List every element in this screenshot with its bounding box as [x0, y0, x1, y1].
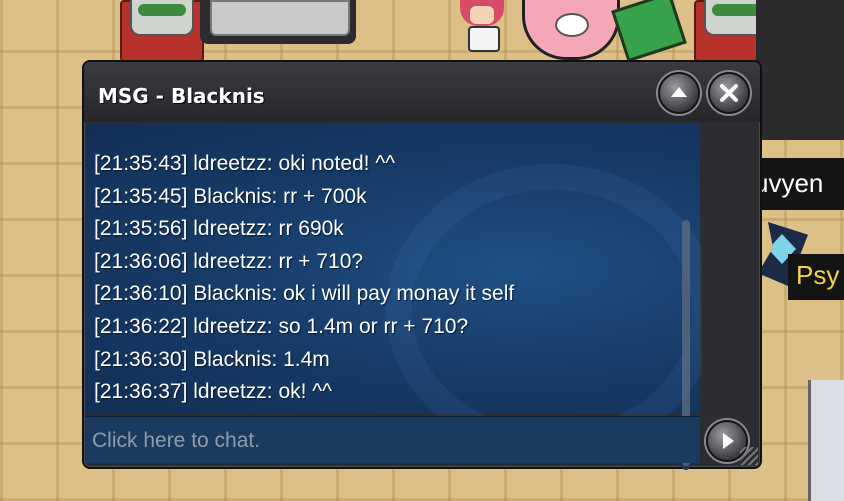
message-line: [21:35:43] ldreetzz: oki noted! ^^ [94, 152, 396, 175]
player-nametag: uvyen [748, 158, 844, 210]
message-list: [21:35:43] ldreetzz: oki noted! ^^ [21:3… [94, 148, 514, 409]
message-line: [21:35:56] ldreetzz: rr 690k [94, 217, 344, 241]
wall-object [756, 0, 844, 140]
close-icon [720, 84, 738, 102]
plant-shelf [120, 0, 204, 62]
kiosk-object [808, 380, 844, 501]
close-button[interactable] [708, 72, 750, 114]
play-icon [723, 433, 734, 449]
chevron-up-icon [671, 87, 687, 97]
window-title: MSG - Blacknis [98, 84, 265, 108]
message-line: [21:35:45] Blacknis: rr + 700k [94, 184, 367, 208]
message-line: [21:36:10] Blacknis: ok i will pay monay… [94, 282, 515, 306]
minimize-button[interactable] [658, 72, 700, 114]
npc-nurse [458, 0, 506, 52]
chat-input[interactable] [90, 423, 694, 459]
counter [200, 0, 356, 44]
pokemon-nametag: Psy [788, 254, 844, 300]
message-line: [21:36:30] Blacknis: 1.4m [94, 347, 330, 371]
resize-handle[interactable] [740, 447, 758, 465]
message-log: [21:35:43] ldreetzz: oki noted! ^^ [21:3… [86, 124, 718, 470]
chat-bar [86, 416, 700, 463]
message-line: [21:36:22] ldreetzz: so 1.4m or rr + 710… [94, 314, 469, 338]
window-titlebar[interactable]: MSG - Blacknis [84, 62, 760, 122]
message-window: MSG - Blacknis [21:35:43] ldreetzz: oki … [82, 60, 762, 470]
message-line: [21:36:37] ldreetzz: ok! ^^ [94, 380, 333, 404]
message-line: [21:36:06] ldreetzz: rr + 710? [94, 249, 364, 273]
window-side-panel [702, 124, 758, 414]
